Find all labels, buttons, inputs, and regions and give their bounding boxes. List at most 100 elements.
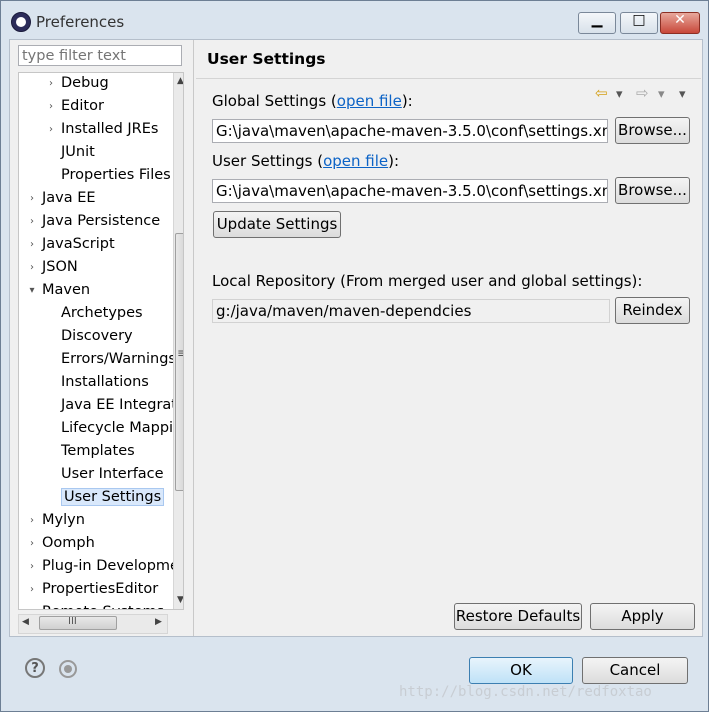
expand-arrow-icon[interactable]: › xyxy=(27,210,37,233)
page-title: User Settings xyxy=(207,50,326,68)
tree-item-label: Editor xyxy=(61,98,104,114)
maximize-icon: □ xyxy=(632,12,646,28)
tree-item[interactable]: User Settings xyxy=(46,486,165,509)
tree-item-label: Debug xyxy=(61,75,109,91)
scroll-right-icon[interactable]: ▶ xyxy=(155,617,162,627)
tree-scroll-thumb[interactable]: ≡ xyxy=(175,233,183,491)
minimize-button[interactable]: ▁ xyxy=(578,12,616,34)
filter-input[interactable] xyxy=(18,45,182,66)
reindex-button[interactable]: Reindex xyxy=(615,297,690,324)
tree-item[interactable]: › Java Persistence xyxy=(27,210,160,233)
scroll-up-icon[interactable]: ▲ xyxy=(177,76,183,86)
pane-divider[interactable] xyxy=(193,40,194,636)
tree-item[interactable]: Properties Files Editor xyxy=(46,164,183,187)
back-dropdown-icon[interactable]: ▾ xyxy=(616,87,623,102)
expand-arrow-icon[interactable]: › xyxy=(27,555,37,578)
tree-item-label: Plug-in Development xyxy=(42,558,184,574)
tree-item[interactable]: JUnit xyxy=(46,141,95,164)
global-settings-field[interactable]: G:\java\maven\apache-maven-3.5.0\conf\se… xyxy=(212,119,608,143)
tree-item-label: JUnit xyxy=(61,144,95,160)
tree-item[interactable]: › Oomph xyxy=(27,532,95,555)
tree-item[interactable]: › Editor xyxy=(46,95,104,118)
expanded-arrow-icon[interactable]: ▾ xyxy=(27,279,37,302)
tree-item-label: JavaScript xyxy=(42,236,115,252)
record-macro-icon[interactable] xyxy=(59,660,77,678)
restore-defaults-button[interactable]: Restore Defaults xyxy=(454,603,582,630)
tree-vertical-scrollbar[interactable]: ▲ ≡ ▼ xyxy=(173,73,183,609)
tree-item-label: Templates xyxy=(61,443,135,459)
tree-item-label: Oomph xyxy=(42,535,95,551)
apply-button[interactable]: Apply xyxy=(590,603,695,630)
expand-arrow-icon[interactable]: › xyxy=(46,73,56,95)
tree-item-label: Java Persistence xyxy=(42,213,161,229)
window-title: Preferences xyxy=(36,13,125,31)
thumb-grip-icon: ≡ xyxy=(177,346,183,360)
header-separator xyxy=(196,78,701,79)
global-open-file-link[interactable]: open file xyxy=(337,92,402,110)
expand-arrow-icon[interactable]: › xyxy=(46,118,56,141)
maximize-button[interactable]: □ xyxy=(620,12,658,34)
tree-item[interactable]: Discovery xyxy=(46,325,133,348)
back-arrow-icon[interactable]: ⇦ xyxy=(595,84,608,102)
scroll-down-icon[interactable]: ▼ xyxy=(177,595,183,605)
help-icon[interactable]: ? xyxy=(25,658,45,678)
tree-item[interactable]: › Remote Systems xyxy=(27,601,164,609)
minimize-icon: ▁ xyxy=(591,12,603,28)
expand-arrow-icon[interactable]: › xyxy=(27,601,37,609)
tree-item-label: Mylyn xyxy=(42,512,85,528)
forward-arrow-icon[interactable]: ⇨ xyxy=(636,84,649,102)
scroll-left-icon[interactable]: ◀ xyxy=(22,617,29,627)
tree-item[interactable]: › JavaScript xyxy=(27,233,115,256)
tree-item-label: Maven xyxy=(42,282,91,298)
tree-item-label: Installations xyxy=(61,374,149,390)
expand-arrow-icon[interactable]: › xyxy=(27,532,37,555)
tree-item[interactable]: › PropertiesEditor xyxy=(27,578,158,601)
tree-item-label: Remote Systems xyxy=(42,604,164,609)
tree-item-label: Java EE xyxy=(42,190,96,206)
user-settings-field[interactable]: G:\java\maven\apache-maven-3.5.0\conf\se… xyxy=(212,179,608,203)
expand-arrow-icon[interactable]: › xyxy=(27,578,37,601)
tree-item[interactable]: Archetypes xyxy=(46,302,143,325)
forward-dropdown-icon[interactable]: ▾ xyxy=(658,87,665,102)
tree-item-label: PropertiesEditor xyxy=(42,581,159,597)
tree-item[interactable]: › Installed JREs xyxy=(46,118,158,141)
tree-horizontal-scrollbar[interactable]: ◀ III ▶ xyxy=(18,614,168,634)
tree-item[interactable]: Installations xyxy=(46,371,149,394)
tree-hscroll-thumb[interactable]: III xyxy=(39,616,117,630)
tree-item[interactable]: Templates xyxy=(46,440,135,463)
tree-item[interactable]: User Interface xyxy=(46,463,164,486)
tree-item-label: Java EE Integration xyxy=(61,397,183,413)
tree-item-label: Lifecycle Mappings xyxy=(61,420,183,436)
expand-arrow-icon[interactable]: › xyxy=(27,233,37,256)
expand-arrow-icon[interactable]: › xyxy=(27,256,37,279)
tree-item[interactable]: Lifecycle Mappings xyxy=(46,417,183,440)
user-browse-button[interactable]: Browse... xyxy=(615,177,690,204)
local-repo-label: Local Repository (From merged user and g… xyxy=(212,272,643,290)
tree-item-label: Discovery xyxy=(61,328,133,344)
tree-item[interactable]: Errors/Warnings xyxy=(46,348,176,371)
user-open-file-link[interactable]: open file xyxy=(323,152,388,170)
close-button[interactable]: ✕ xyxy=(660,12,700,34)
tree-item[interactable]: › JSON xyxy=(27,256,78,279)
tree-item-label: JSON xyxy=(42,259,78,275)
tree-item-label: User Interface xyxy=(61,466,164,482)
hthumb-grip-icon: III xyxy=(68,616,77,627)
expand-arrow-icon[interactable]: › xyxy=(27,509,37,532)
tree-item[interactable]: › Mylyn xyxy=(27,509,85,532)
tree-item-label: Archetypes xyxy=(61,305,143,321)
view-menu-icon[interactable]: ▾ xyxy=(679,87,686,102)
tree-item[interactable]: ▾ Maven xyxy=(27,279,90,302)
tree-item[interactable]: › Java EE xyxy=(27,187,96,210)
expand-arrow-icon[interactable]: › xyxy=(46,95,56,118)
tree-item[interactable]: Java EE Integration xyxy=(46,394,183,417)
update-settings-button[interactable]: Update Settings xyxy=(213,211,341,238)
eclipse-icon xyxy=(11,12,31,32)
tree-item[interactable]: › Debug xyxy=(46,73,109,95)
global-browse-button[interactable]: Browse... xyxy=(615,117,690,144)
expand-arrow-icon[interactable]: › xyxy=(27,187,37,210)
close-icon: ✕ xyxy=(674,12,686,28)
tree-item[interactable]: › Plug-in Development xyxy=(27,555,184,578)
title-bar: Preferences ▁ □ ✕ xyxy=(1,1,708,41)
cancel-button[interactable]: Cancel xyxy=(582,657,688,684)
ok-button[interactable]: OK xyxy=(469,657,573,684)
